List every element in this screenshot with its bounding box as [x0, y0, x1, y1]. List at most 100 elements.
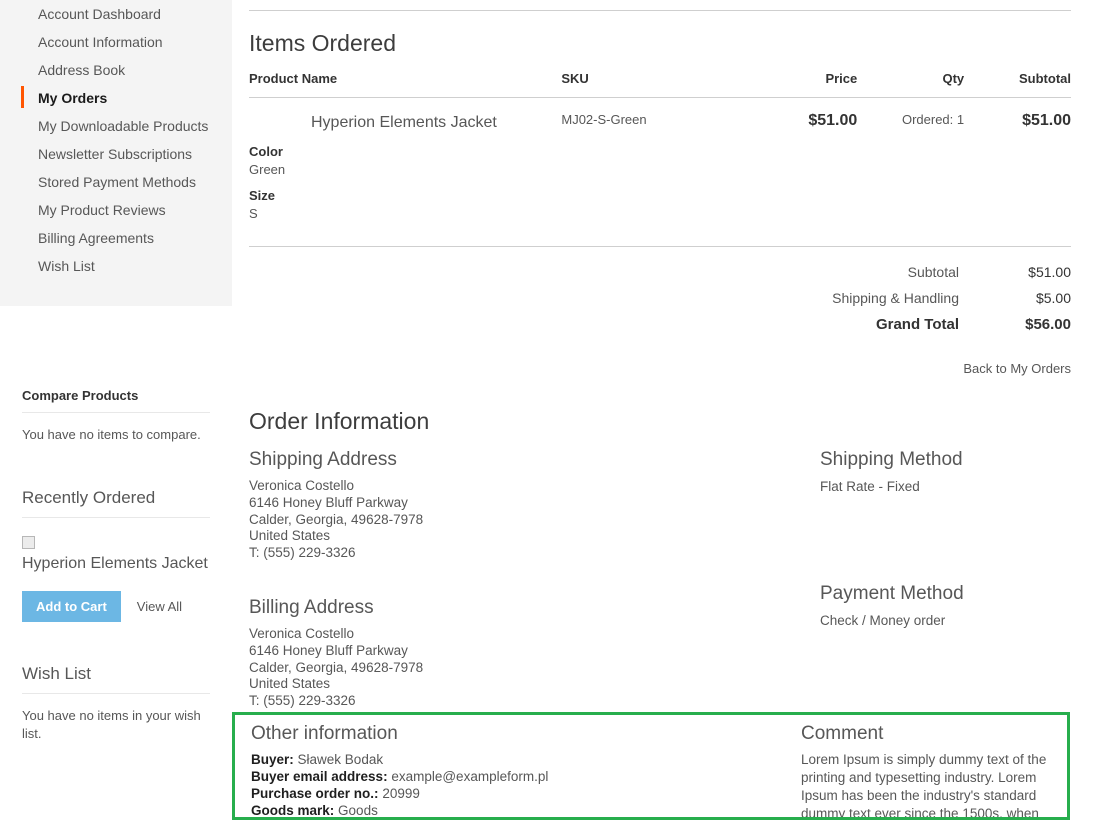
other-info-email-label: Buyer email address:: [251, 769, 388, 784]
sidebar-item-account-dashboard[interactable]: Account Dashboard: [0, 0, 232, 28]
cell-price: $51.00: [808, 112, 858, 129]
order-view-page: Account Dashboard Account Information Ad…: [0, 0, 1098, 825]
product-options: Color Green Size S: [249, 144, 561, 222]
other-info-buyer: Buyer: Sławek Bodak: [251, 751, 651, 768]
other-information-block: Other information Buyer: Sławek Bodak Bu…: [251, 721, 651, 817]
top-divider: [249, 10, 1071, 11]
sidebar-item-newsletter-subscriptions[interactable]: Newsletter Subscriptions: [0, 140, 232, 168]
wishlist-empty-message: You have no items in your wish list.: [22, 708, 201, 741]
nav-label: Stored Payment Methods: [38, 174, 196, 190]
highlighted-region-inner: Other information Buyer: Sławek Bodak Bu…: [235, 715, 1067, 817]
option-value-size: S: [249, 206, 258, 221]
sidebar-item-account-information[interactable]: Account Information: [0, 28, 232, 56]
billing-address-city-state-zip: Calder, Georgia, 49628-7978: [249, 659, 424, 675]
column-header-sku: SKU: [561, 71, 743, 98]
nav-label: My Product Reviews: [38, 202, 166, 218]
highlighted-region: Other information Buyer: Sławek Bodak Bu…: [232, 712, 1070, 820]
compare-products-block: Compare Products You have no items to co…: [0, 388, 232, 444]
billing-address-street: 6146 Honey Bluff Parkway: [249, 642, 408, 658]
column-header-price: Price: [742, 71, 858, 98]
nav-label: Address Book: [38, 62, 126, 78]
account-sidebar: Account Dashboard Account Information Ad…: [0, 0, 232, 743]
sidebar-item-address-book[interactable]: Address Book: [0, 56, 232, 84]
totals-row-shipping: Shipping & Handling $5.00: [249, 285, 1071, 311]
items-table-head: Product Name SKU Price Qty Subtotal: [249, 71, 1071, 98]
other-info-goods-mark: Goods mark: Goods: [251, 802, 651, 818]
other-info-po-value: 20999: [382, 786, 420, 801]
billing-address-phone: T: (555) 229-3326: [249, 693, 356, 709]
nav-label: Account Information: [38, 34, 163, 50]
other-info-buyer-label: Buyer:: [251, 752, 294, 767]
view-all-link[interactable]: View All: [137, 599, 182, 614]
compare-products-title: Compare Products: [22, 388, 210, 413]
shipping-method-title: Shipping Method: [820, 449, 963, 470]
recently-ordered-checkbox[interactable]: [22, 536, 35, 549]
recently-ordered-title: Recently Ordered: [22, 488, 210, 518]
billing-address-country: United States: [249, 676, 331, 692]
column-header-product-name: Product Name: [249, 71, 562, 98]
option-label-size: Size: [249, 188, 276, 203]
other-info-email: Buyer email address: example@exampleform…: [251, 768, 651, 785]
nav-label: My Orders: [38, 90, 108, 106]
account-nav: Account Dashboard Account Information Ad…: [0, 0, 232, 306]
shipping-address-name: Veronica Costello: [249, 478, 355, 493]
compare-products-empty-message: You have no items to compare.: [22, 427, 201, 442]
billing-address-title: Billing Address: [249, 596, 374, 618]
cell-product-name: Hyperion Elements Jacket Color Green Siz…: [249, 98, 561, 223]
nav-label: Account Dashboard: [38, 6, 161, 22]
cell-qty: Ordered: 1: [901, 112, 965, 127]
column-header-subtotal: Subtotal: [964, 71, 1071, 98]
order-main-content: Items Ordered Product Name SKU Price Qty…: [249, 0, 1071, 710]
comment-block: Comment Lorem Ipsum is simply dummy text…: [651, 721, 1051, 817]
column-header-qty: Qty: [857, 71, 965, 98]
sidebar-item-my-orders[interactable]: My Orders: [0, 84, 232, 112]
shipping-address-street: 6146 Honey Bluff Parkway: [249, 494, 408, 510]
sidebar-item-billing-agreements[interactable]: Billing Agreements: [0, 224, 232, 252]
shipping-address-block: Veronica Costello 6146 Honey Bluff Parkw…: [249, 478, 660, 562]
items-table-body: Hyperion Elements Jacket Color Green Siz…: [249, 98, 1071, 223]
order-information-right-column: Shipping Method Flat Rate - Fixed Paymen…: [660, 448, 1071, 710]
other-info-buyer-value: Sławek Bodak: [297, 752, 384, 767]
wishlist-title: Wish List: [22, 664, 210, 694]
recently-ordered-product-link[interactable]: Hyperion Elements Jacket: [22, 553, 210, 575]
items-header-row: Product Name SKU Price Qty Subtotal: [249, 71, 1071, 98]
other-info-goods-label: Goods mark:: [251, 803, 335, 818]
other-info-po-label: Purchase order no.:: [251, 786, 379, 801]
option-value-color: Green: [249, 162, 286, 177]
billing-address-block: Veronica Costello 6146 Honey Bluff Parkw…: [249, 626, 660, 710]
shipping-address-country: United States: [249, 528, 331, 544]
order-totals-table: Subtotal $51.00 Shipping & Handling $5.0…: [249, 259, 1071, 338]
add-to-cart-button[interactable]: Add to Cart: [22, 591, 121, 622]
items-totals-divider: [249, 246, 1071, 247]
payment-method-title: Payment Method: [820, 583, 964, 604]
order-information-title: Order Information: [249, 408, 430, 434]
wishlist-block: Wish List You have no items in your wish…: [0, 664, 232, 743]
nav-label: Billing Agreements: [38, 230, 154, 246]
nav-label: Newsletter Subscriptions: [38, 146, 193, 162]
cell-subtotal: $51.00: [1022, 112, 1071, 129]
totals-value-subtotal: $51.00: [1028, 264, 1071, 280]
order-information-left-column: Shipping Address Veronica Costello 6146 …: [249, 448, 660, 710]
nav-label: My Downloadable Products: [38, 118, 209, 134]
sidebar-item-stored-payment-methods[interactable]: Stored Payment Methods: [0, 168, 232, 196]
recently-ordered-actions: Add to Cart View All: [22, 591, 210, 622]
sidebar-item-my-product-reviews[interactable]: My Product Reviews: [0, 196, 232, 224]
items-ordered-table: Product Name SKU Price Qty Subtotal Hype…: [249, 71, 1071, 222]
sidebar-item-my-downloadable-products[interactable]: My Downloadable Products: [0, 112, 232, 140]
other-info-goods-value: Goods: [338, 803, 378, 818]
order-totals-body: Subtotal $51.00 Shipping & Handling $5.0…: [249, 259, 1071, 338]
totals-label-shipping: Shipping & Handling: [832, 290, 959, 306]
payment-method-value: Check / Money order: [820, 613, 946, 628]
back-to-my-orders-link[interactable]: Back to My Orders: [963, 361, 1071, 376]
shipping-address-phone: T: (555) 229-3326: [249, 545, 356, 561]
shipping-address-title: Shipping Address: [249, 449, 397, 470]
items-ordered-title: Items Ordered: [249, 30, 396, 56]
sidebar-item-wish-list[interactable]: Wish List: [0, 252, 232, 280]
table-row: Hyperion Elements Jacket Color Green Siz…: [249, 98, 1071, 223]
order-information-grid: Shipping Address Veronica Costello 6146 …: [249, 448, 1071, 710]
option-label-color: Color: [249, 144, 283, 159]
totals-row-subtotal: Subtotal $51.00: [249, 259, 1071, 285]
product-name-link[interactable]: Hyperion Elements Jacket: [249, 112, 561, 134]
totals-label-grand-total: Grand Total: [875, 316, 959, 333]
totals-row-grand-total: Grand Total $56.00: [249, 311, 1071, 338]
